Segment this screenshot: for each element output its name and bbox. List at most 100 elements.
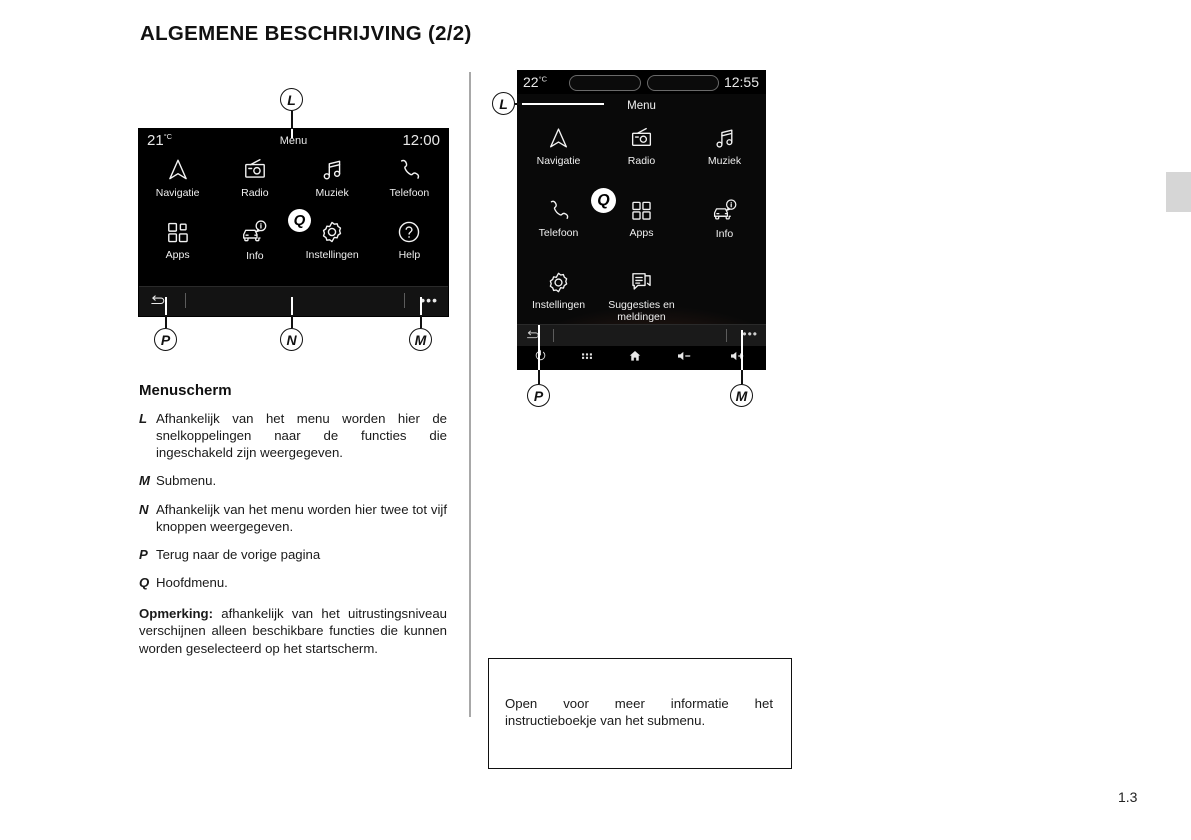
volume-up-icon[interactable]	[729, 349, 749, 368]
definition-key: P	[139, 546, 148, 562]
note-label: Opmerking:	[139, 606, 214, 622]
definition-key: L	[139, 411, 148, 426]
home-icon[interactable]	[628, 349, 642, 368]
clock-readout: 12:55	[723, 74, 759, 90]
leader-tick-p-right	[538, 325, 540, 373]
callout-l-right: L	[492, 92, 515, 115]
callout-p-left: P	[154, 328, 177, 351]
bottom-bar-divider	[404, 293, 405, 308]
menu-tile-label: Apps	[165, 249, 190, 261]
menu-tile-radio[interactable]: Radio	[600, 126, 683, 198]
leader-line-m-right	[741, 370, 743, 384]
info-box-text: Open voor meer informatie het instructie…	[505, 696, 773, 729]
leader-tick-l-right	[522, 103, 604, 105]
menu-tile-label: Instellingen	[531, 299, 586, 311]
callout-m-right: M	[730, 384, 753, 407]
leader-line-p-left	[164, 315, 167, 328]
definition-key: N	[139, 501, 149, 517]
phone-handset-icon	[546, 198, 571, 223]
definition-item-p: P Terug naar de vorige pagina	[139, 546, 447, 563]
menu-tile-label: Instellingen	[305, 249, 359, 261]
menu-tile-apps[interactable]: Apps	[139, 219, 216, 281]
menu-tile-navigatie[interactable]: Navigatie	[139, 157, 216, 219]
power-icon[interactable]	[534, 349, 547, 367]
leader-tick-l-left	[290, 129, 293, 138]
car-info-icon	[712, 198, 738, 224]
menu-tile-label: Muziek	[315, 187, 349, 199]
menu-tile-navigatie[interactable]: Navigatie	[517, 126, 600, 198]
apps-grid-icon	[165, 219, 191, 245]
screen-title: Menu	[627, 100, 656, 112]
infotainment-screen-tall[interactable]: 22°C 12:55 Menu Navigatie Radio Muziek T…	[517, 70, 766, 370]
bottom-bar-left: •••	[139, 286, 448, 316]
leader-line-p-right	[538, 370, 540, 384]
menu-tile-muziek[interactable]: Muziek	[683, 126, 766, 198]
phone-handset-icon	[396, 157, 422, 183]
callout-m-left: M	[409, 328, 432, 351]
question-mark-icon	[396, 219, 422, 245]
menu-tile-telefoon[interactable]: Telefoon	[371, 157, 448, 219]
definition-item-n: N Afhankelijk van het menu worden hier t…	[139, 501, 447, 535]
manual-page: ALGEMENE BESCHRIJVING (2/2) 21°C Menu 12…	[0, 0, 1191, 840]
note-paragraph: Opmerking: afhankelijk van het uitrustin…	[139, 605, 447, 656]
leader-tick-n-left	[290, 297, 293, 315]
menu-tile-info[interactable]: Info	[216, 219, 293, 281]
navigation-arrow-icon	[546, 126, 571, 151]
definition-item-q: Q Hoofdmenu.	[139, 574, 447, 591]
gear-icon	[546, 270, 571, 295]
callout-p-right: P	[527, 384, 550, 407]
page-number: 1.3	[1118, 789, 1138, 805]
navigation-arrow-icon	[165, 157, 191, 183]
section-heading: Menuscherm	[139, 382, 232, 399]
music-note-icon	[319, 157, 345, 183]
status-pill-right	[647, 75, 719, 91]
callout-l-left: L	[280, 88, 303, 111]
menu-tile-label: Radio	[627, 155, 656, 167]
leader-line-l-left	[290, 111, 293, 129]
apps-grid-icon	[629, 198, 654, 223]
status-pill-left	[569, 75, 641, 91]
menu-tile-radio[interactable]: Radio	[216, 157, 293, 219]
definition-text: Afhankelijk van het menu worden hier twe…	[156, 501, 447, 534]
menu-tile-label: Info	[715, 228, 734, 240]
bottom-bar-right: •••	[517, 324, 766, 347]
info-box: Open voor meer informatie het instructie…	[488, 658, 792, 769]
ellipsis-icon[interactable]: •••	[420, 293, 438, 307]
callout-n-left: N	[280, 328, 303, 351]
definition-key: Q	[139, 575, 150, 591]
gear-icon	[319, 219, 345, 245]
definition-text: Afhankelijk van het menu worden hier de …	[156, 411, 447, 461]
menu-tile-telefoon[interactable]: Telefoon	[517, 198, 600, 270]
clock-readout: 12:00	[402, 132, 440, 149]
menu-tile-label: Radio	[241, 187, 269, 199]
menu-tile-label: Suggesties en meldingen	[608, 299, 675, 323]
menu-grid-right: Navigatie Radio Muziek Telefoon Apps Inf…	[517, 126, 766, 342]
menu-tile-label: Info	[246, 250, 264, 262]
leader-tick-m-left	[419, 297, 422, 315]
bottom-bar-divider	[726, 329, 727, 342]
infotainment-screen-wide[interactable]: 21°C Menu 12:00 Navigatie Radio Muziek T…	[138, 128, 449, 317]
ellipsis-icon[interactable]: •••	[742, 328, 758, 340]
hardware-button-bar	[517, 346, 766, 370]
chapter-edge-tab	[1166, 172, 1191, 212]
status-bar-left: 21°C Menu 12:00	[139, 129, 448, 153]
leader-tick-p-left	[164, 297, 167, 315]
menu-tile-label: Help	[398, 249, 421, 261]
bottom-bar-divider	[185, 293, 186, 308]
definition-text: Submenu.	[156, 473, 217, 489]
menu-tile-label: Navigatie	[155, 187, 200, 199]
car-info-icon	[241, 219, 268, 246]
leader-line-n-left	[290, 315, 293, 328]
definition-key: M	[139, 473, 150, 489]
leader-line-m-left	[419, 315, 422, 328]
bottom-bar-divider	[553, 329, 554, 342]
apps-dots-icon[interactable]	[580, 349, 594, 368]
body-text-column: Menuscherm L Afhankelijk van het menu wo…	[139, 382, 447, 670]
definition-item-m: M Submenu.	[139, 472, 447, 489]
suggestions-notifications-icon	[629, 270, 654, 295]
definition-text: Hoofdmenu.	[156, 575, 228, 591]
volume-down-icon[interactable]	[676, 349, 696, 368]
menu-tile-info[interactable]: Info	[683, 198, 766, 270]
menu-tile-label: Telefoon	[389, 187, 430, 199]
menu-tile-help[interactable]: Help	[371, 219, 448, 281]
